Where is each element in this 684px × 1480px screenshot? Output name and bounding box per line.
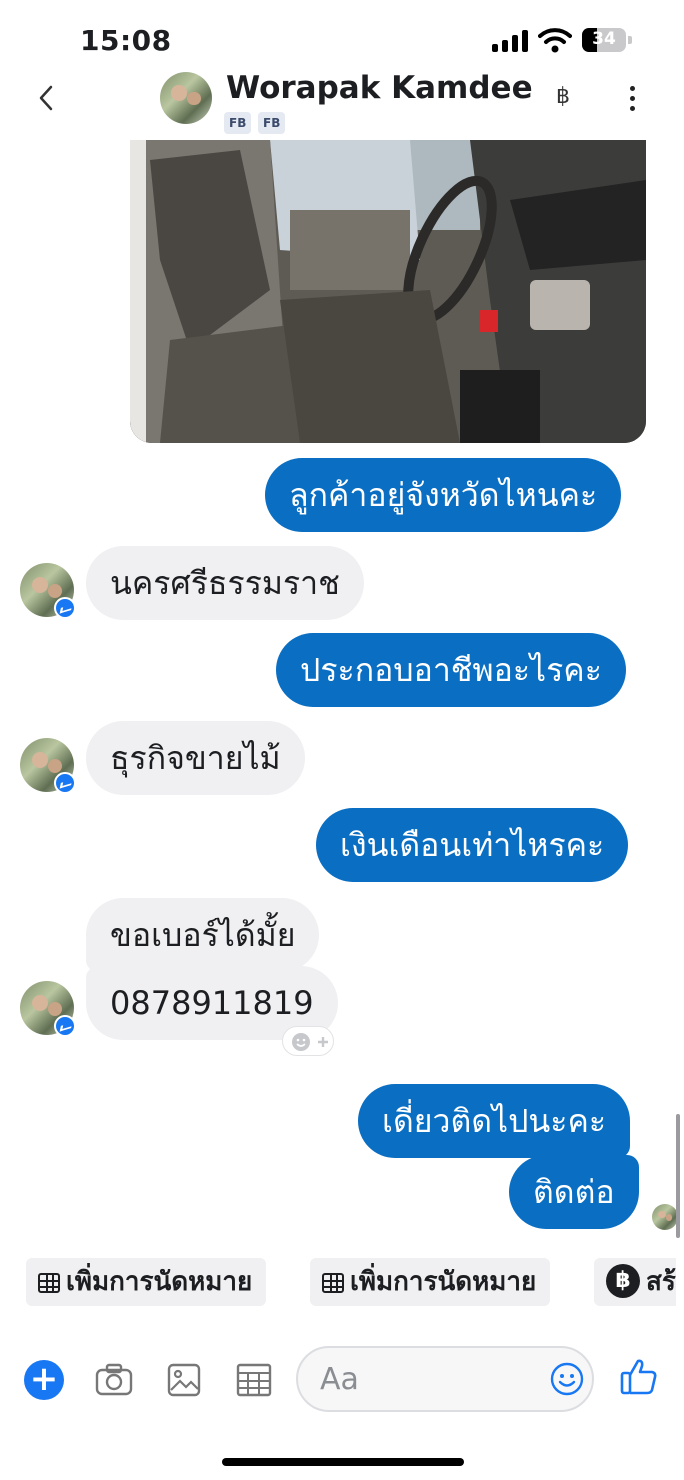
- messenger-badge-icon: [54, 597, 76, 619]
- thumbs-up-icon[interactable]: [620, 1356, 658, 1396]
- incoming-message[interactable]: ธุรกิจขายไม้: [86, 721, 305, 795]
- calendar-icon: [38, 1272, 60, 1293]
- calendar-icon: [322, 1272, 344, 1293]
- status-bar: 15:08 34: [0, 0, 684, 70]
- outgoing-message[interactable]: เงินเดือนเท่าไหรคะ: [316, 808, 629, 882]
- message-input-placeholder: Aa: [320, 1362, 359, 1397]
- add-reaction-button[interactable]: [282, 1026, 334, 1056]
- incoming-message[interactable]: ขอเบอร์ได้มั้ย: [86, 898, 320, 972]
- source-tag: FB: [224, 112, 252, 134]
- source-tag: FB: [258, 112, 286, 134]
- quick-reply-label: สร้: [646, 1267, 676, 1297]
- camera-icon[interactable]: [94, 1360, 134, 1400]
- gallery-icon[interactable]: [164, 1360, 204, 1400]
- scrollbar[interactable]: [676, 1114, 680, 1238]
- battery-icon: 34: [582, 28, 632, 52]
- table-icon[interactable]: [234, 1360, 274, 1400]
- quick-reply-label: เพิ่มการนัดหมาย: [350, 1267, 537, 1297]
- contact-name[interactable]: Worapak Kamdee: [226, 70, 533, 106]
- home-indicator: [222, 1458, 464, 1466]
- incoming-message[interactable]: นครศรีธรรมราช: [86, 546, 364, 620]
- more-options-icon[interactable]: [630, 86, 638, 114]
- outgoing-message[interactable]: ลูกค้าอยู่จังหวัดไหนคะ: [265, 458, 622, 532]
- emoji-icon[interactable]: [550, 1362, 584, 1396]
- quick-reply-add-appointment[interactable]: เพิ่มการนัดหมาย: [310, 1258, 551, 1306]
- contact-avatar[interactable]: [160, 72, 212, 124]
- status-time: 15:08: [80, 24, 172, 57]
- quick-reply-add-appointment[interactable]: เพิ่มการนัดหมาย: [26, 1258, 267, 1306]
- message-input[interactable]: Aa: [296, 1346, 594, 1412]
- battery-level: 34: [592, 29, 616, 49]
- back-icon[interactable]: [36, 84, 56, 112]
- chat-header: Worapak Kamdee FB FB ฿: [0, 70, 684, 140]
- cellular-signal-icon: [492, 30, 530, 52]
- message-composer: + Aa: [0, 1340, 684, 1420]
- add-reaction-icon: [292, 1033, 328, 1051]
- outgoing-message[interactable]: ติดต่อ: [509, 1155, 639, 1229]
- shared-photo-car-interior[interactable]: [130, 140, 646, 443]
- payment-baht-button[interactable]: ฿: [556, 84, 570, 109]
- outgoing-message[interactable]: เดี่ยวติดไปนะคะ: [358, 1084, 631, 1158]
- messenger-badge-icon: [54, 772, 76, 794]
- baht-icon: ฿: [606, 1263, 640, 1298]
- quick-reply-create-payment[interactable]: ฿สร้: [594, 1258, 676, 1306]
- plus-icon[interactable]: +: [24, 1360, 64, 1400]
- read-receipt-avatar: [652, 1204, 678, 1230]
- messenger-badge-icon: [54, 1015, 76, 1037]
- outgoing-message[interactable]: ประกอบอาชีพอะไรคะ: [276, 633, 626, 707]
- wifi-icon: [538, 28, 572, 53]
- quick-reply-label: เพิ่มการนัดหมาย: [66, 1267, 253, 1297]
